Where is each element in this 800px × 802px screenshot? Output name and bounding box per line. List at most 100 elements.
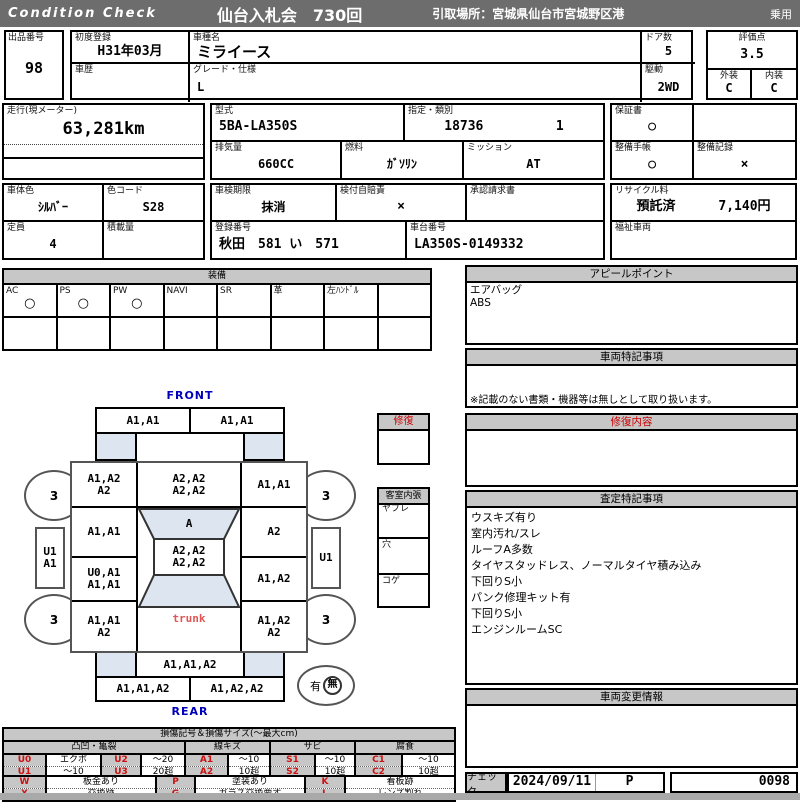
assessment-panel: 査定特記事項 ウスキズ有り 室内汚れ/スレ ルーフA多数 タイヤスタッドレス、ノ…	[465, 490, 798, 685]
interior-score-cell: 内装 C	[752, 70, 796, 98]
door-front-left: A1,A1	[72, 508, 136, 558]
legend-title: 損傷記号＆損傷サイズ(〜最大cm)	[3, 728, 455, 741]
capacity-label: 定員	[7, 223, 99, 233]
mileage-cell: 走行(現メーター) 63,281km	[4, 105, 203, 145]
maintenance-record-value: ×	[741, 158, 749, 172]
lot-number-value: 98	[6, 44, 62, 92]
doors-value: 5	[665, 45, 672, 58]
repair-detail-title: 修復内容	[467, 415, 796, 431]
mark-code: W	[3, 776, 46, 789]
recycle-fee-value: 7,140円	[718, 200, 770, 214]
maintenance-book-label: 整備手帳	[615, 143, 689, 153]
assessment-line: 下回りS小	[471, 574, 792, 590]
type-class-label: 指定・類別	[408, 106, 600, 116]
front-label: FRONT	[95, 389, 285, 402]
legend-group: 腐食	[355, 741, 455, 754]
fender-rear-left: A1,A1 A2	[72, 602, 136, 651]
equipment-empty-cell	[217, 317, 271, 350]
equipment-cell-ps: PS○	[57, 284, 111, 317]
drive-cell: 駆動 2WD	[642, 64, 695, 102]
drive-value: 2WD	[658, 81, 680, 94]
model-code-cell: 型式 5BA-LA350S	[212, 105, 405, 142]
equipment-row: AC○ PS○ PW○ NAVI SR 革 左ﾊﾝﾄﾞﾙ	[3, 284, 431, 317]
score-cell: 評価点 3.5	[708, 32, 796, 70]
model-code-label: 型式	[215, 106, 400, 116]
type-number-value: 18736	[444, 120, 483, 134]
legend-desc: 〜10	[315, 754, 355, 767]
interior-value: C	[770, 82, 777, 95]
assessment-line: ウスキズ有り	[471, 510, 792, 526]
model-name-value: ミライース	[197, 44, 271, 61]
front-bumper-left: A1,A1	[97, 409, 191, 432]
mark-row: W 板金あり P 塗装あり K 看板跡	[3, 776, 455, 789]
assessment-line: エンジンルームSC	[471, 622, 792, 638]
legend-code: C1	[355, 754, 402, 767]
brand-logo: Condition Check	[8, 6, 157, 21]
capacity-value: 4	[49, 238, 56, 251]
door-rear-right: A1,A2	[242, 558, 306, 602]
body-color-label: 車体色	[7, 186, 99, 196]
lot-number-label: 出品番号	[6, 32, 62, 44]
car-body: A1,A2 A2 A1,A1 U0,A1 A1,A1 A1,A1 A2 A2,A…	[70, 461, 308, 653]
rear-bumper-right: A1,A2,A2	[191, 678, 283, 700]
trunk-label: trunk	[138, 611, 240, 627]
displacement-value: 660CC	[258, 158, 294, 171]
model-name-cell: 車種名 ミライース	[190, 32, 642, 64]
cabin-item-label: コゲ	[382, 576, 425, 586]
auction-title: 仙台入札会 730回	[217, 2, 362, 26]
appeal-line: エアバッグ	[470, 284, 793, 297]
appeal-line: ABS	[470, 297, 793, 310]
rear-label: REAR	[95, 705, 285, 718]
fender-rear-right: A1,A2 A2	[242, 602, 306, 651]
color-code-value: S28	[143, 201, 165, 214]
mark-desc: 塗装あり	[195, 776, 305, 789]
registration-number-value: 秋田 581 い 571	[219, 238, 339, 252]
equipment-cell-pw: PW○	[110, 284, 164, 317]
fender-front-right: A1,A1	[242, 463, 306, 508]
appeal-panel: アピールポイント エアバッグ ABS	[465, 265, 798, 345]
maintenance-record-label: 整備記録	[697, 143, 792, 153]
type-class-cell: 指定・類別 18736 1	[405, 105, 603, 142]
front-bumper-right: A1,A1	[191, 409, 283, 432]
bottom-bar	[0, 793, 800, 800]
legend-desc: エクボ	[46, 754, 101, 767]
repair-flag-title: 修復	[379, 415, 428, 431]
maintenance-record-cell: 整備記録 ×	[694, 142, 795, 178]
cabin-box: 客室内張 ヤブレ 穴 コゲ	[377, 487, 430, 608]
recycle-fee-cell: リサイクル料 預託済 7,140円	[612, 185, 795, 222]
repair-detail-body	[467, 431, 796, 433]
equipment-cell-leather: 革	[271, 284, 325, 317]
check-number-box: 0098	[670, 772, 798, 793]
notes-panel: 車両特記事項 ※記載のない書類・機器等は無しとして取り扱います。	[465, 348, 798, 408]
taillight-right	[243, 651, 285, 678]
body-color-cell: 車体色 ｼﾙﾊﾞｰ	[4, 185, 104, 222]
color-code-label: 色コード	[107, 186, 200, 196]
legend-desc: 〜10	[228, 754, 270, 767]
interior-label: 内装	[765, 71, 783, 81]
mileage-sub-cell	[4, 145, 203, 159]
tail-panel: A1,A1,A2	[135, 651, 245, 678]
equipment-title: 装備	[3, 269, 431, 284]
rocker-left: U1 A1	[35, 527, 65, 589]
displacement-cell: 排気量 660CC	[212, 142, 342, 178]
door-front-right: A2	[242, 508, 306, 558]
maintenance-book-cell: 整備手帳 ○	[612, 142, 694, 178]
cabin-cell-tear: ヤブレ	[379, 503, 428, 539]
rear-bumper: A1,A1,A2 A1,A2,A2	[95, 676, 285, 702]
change-info-panel: 車両変更情報	[465, 688, 798, 768]
equipment-mark: ○	[60, 296, 108, 312]
equipment-mark: ○	[6, 296, 54, 312]
pickup-location: 引取場所：宮城県仙台市宮城野区港	[432, 5, 624, 22]
assessment-line: タイヤスタッドレス、ノーマルタイヤ積み込み	[471, 558, 792, 574]
maintenance-empty-cell	[694, 105, 795, 142]
check-date: 2024/09/11	[509, 774, 595, 791]
equipment-label: AC	[6, 286, 54, 296]
equipment-cell-ac: AC○	[3, 284, 57, 317]
color-code-cell: 色コード S28	[104, 185, 203, 222]
score-value: 3.5	[740, 48, 763, 62]
displacement-label: 排気量	[215, 143, 337, 153]
fuel-label: 燃料	[345, 143, 459, 153]
equipment-cell-sr: SR	[217, 284, 271, 317]
welfare-label: 福祉車両	[615, 223, 792, 233]
chassis-number-label: 車台番号	[410, 223, 600, 233]
